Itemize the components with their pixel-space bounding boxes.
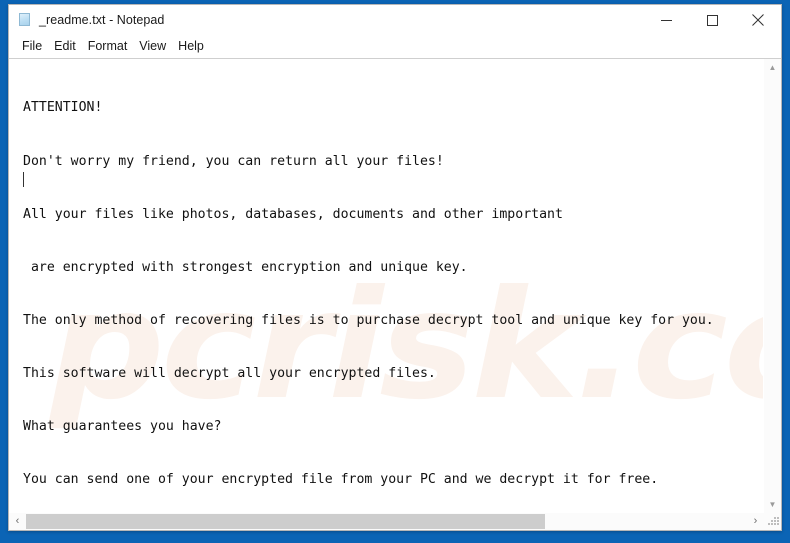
scroll-up-arrow-icon[interactable]: ▲ bbox=[764, 59, 781, 76]
menu-item-help[interactable]: Help bbox=[172, 37, 210, 56]
scroll-right-arrow-icon[interactable]: › bbox=[747, 513, 764, 530]
editor-region: pcrisk.com ATTENTION! Don't worry my fri… bbox=[9, 58, 781, 513]
horizontal-scroll-track[interactable] bbox=[26, 513, 747, 530]
minimize-button[interactable] bbox=[643, 5, 689, 35]
text-line: All your files like photos, databases, d… bbox=[23, 206, 563, 222]
vertical-scroll-track[interactable] bbox=[764, 76, 781, 496]
text-line: ATTENTION! bbox=[23, 100, 103, 116]
desktop-backdrop: _readme.txt - Notepad File Edit Format V… bbox=[0, 0, 790, 543]
text-line: You can send one of your encrypted file … bbox=[23, 472, 659, 488]
text-line: Don't worry my friend, you can return al… bbox=[23, 153, 444, 169]
horizontal-scroll-thumb[interactable] bbox=[26, 514, 546, 529]
vertical-scrollbar[interactable]: ▲ ▼ bbox=[763, 59, 781, 513]
horizontal-scrollbar-row: ‹ › bbox=[9, 513, 781, 530]
menu-item-file[interactable]: File bbox=[16, 37, 48, 56]
text-line: The only method of recovering files is t… bbox=[23, 312, 714, 328]
document-text: ATTENTION! Don't worry my friend, you ca… bbox=[9, 59, 763, 513]
maximize-icon bbox=[706, 14, 718, 26]
window-controls bbox=[643, 5, 781, 35]
menu-item-edit[interactable]: Edit bbox=[48, 37, 82, 56]
scroll-left-arrow-icon[interactable]: ‹ bbox=[9, 513, 26, 530]
minimize-icon bbox=[660, 19, 672, 21]
text-editor-area[interactable]: pcrisk.com ATTENTION! Don't worry my fri… bbox=[9, 59, 763, 513]
notepad-icon bbox=[17, 12, 33, 28]
close-button[interactable] bbox=[735, 5, 781, 35]
text-line: are encrypted with strongest encryption … bbox=[23, 259, 468, 275]
resize-grip[interactable] bbox=[764, 513, 781, 530]
menu-bar: File Edit Format View Help bbox=[9, 35, 781, 58]
notepad-window: _readme.txt - Notepad File Edit Format V… bbox=[8, 4, 782, 531]
close-icon bbox=[752, 14, 764, 26]
horizontal-scrollbar[interactable]: ‹ › bbox=[9, 513, 764, 530]
title-bar-left: _readme.txt - Notepad bbox=[9, 12, 643, 28]
text-line: This software will decrypt all your encr… bbox=[23, 365, 436, 381]
window-title: _readme.txt - Notepad bbox=[39, 13, 165, 27]
menu-item-view[interactable]: View bbox=[133, 37, 172, 56]
title-bar[interactable]: _readme.txt - Notepad bbox=[9, 5, 781, 35]
menu-item-format[interactable]: Format bbox=[82, 37, 134, 56]
text-line: What guarantees you have? bbox=[23, 419, 222, 435]
maximize-button[interactable] bbox=[689, 5, 735, 35]
scroll-down-arrow-icon[interactable]: ▼ bbox=[764, 496, 781, 513]
